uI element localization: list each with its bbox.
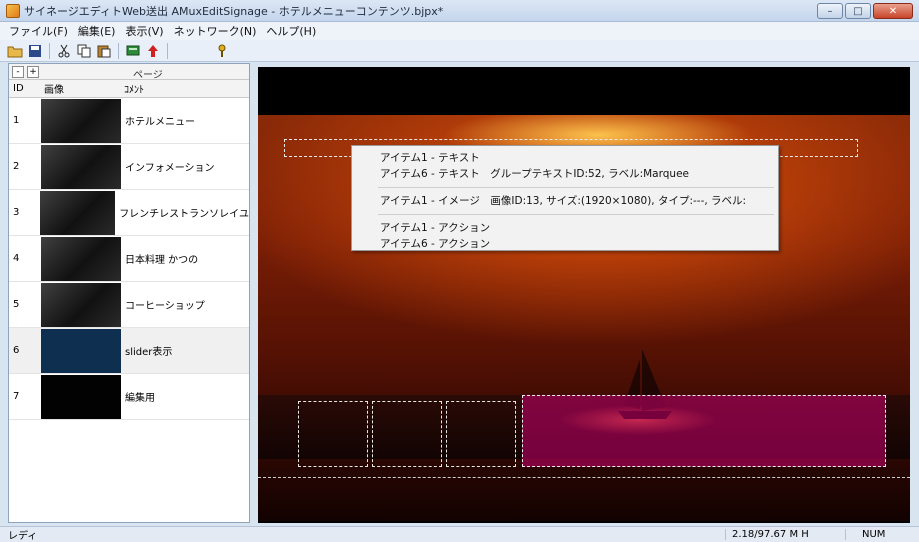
toolbar-separator	[167, 42, 168, 59]
page-row[interactable]: 7 編集用	[9, 374, 249, 420]
page-row[interactable]: 1 ホテルメニュー	[9, 98, 249, 144]
menu-separator	[378, 187, 774, 188]
page-id: 7	[13, 391, 20, 402]
menu-bar: ファイル(F) 編集(E) 表示(V) ネットワーク(N) ヘルプ(H)	[0, 22, 919, 40]
page-comment: フレンチレストランソレイユ	[119, 209, 249, 220]
slider-item-box[interactable]	[446, 401, 516, 467]
page-thumbnail	[41, 144, 121, 189]
page-row[interactable]: 5 コーヒーショップ	[9, 282, 249, 328]
column-comment[interactable]: ｺﾒﾝﾄ	[121, 81, 144, 96]
menu-edit[interactable]: 編集(E)	[73, 23, 121, 39]
pages-panel-header: - + ページ	[9, 64, 249, 81]
pages-title: ページ	[133, 70, 163, 81]
ctx-item-action-1[interactable]: アイテム1 - アクション	[352, 220, 778, 236]
copy-icon[interactable]	[75, 42, 93, 60]
key-icon[interactable]	[213, 42, 231, 60]
page-id: 5	[13, 299, 20, 310]
page-comment: コーヒーショップ	[125, 301, 205, 312]
minimize-icon: –	[827, 5, 833, 17]
window-controls: – □ ✕	[817, 3, 913, 19]
page-thumbnail	[41, 374, 121, 419]
context-menu: アイテム1 - テキスト アイテム6 - テキスト グループテキストID:52,…	[351, 145, 779, 251]
guide-line	[258, 477, 910, 478]
page-id: 2	[13, 161, 20, 172]
slider-item-box[interactable]	[372, 401, 442, 467]
minimize-button[interactable]: –	[817, 3, 843, 19]
page-comment: インフォメーション	[125, 163, 215, 174]
save-icon[interactable]	[26, 42, 44, 60]
page-row[interactable]: 2 インフォメーション	[9, 144, 249, 190]
toolbar	[0, 40, 919, 62]
paste-icon[interactable]	[95, 42, 113, 60]
ctx-item-action-6[interactable]: アイテム6 - アクション	[352, 236, 778, 252]
menu-view[interactable]: 表示(V)	[120, 23, 168, 39]
close-button[interactable]: ✕	[873, 3, 913, 19]
column-id[interactable]: ID	[9, 83, 41, 94]
page-thumbnail	[41, 282, 121, 327]
page-thumbnail	[41, 236, 121, 281]
page-row[interactable]: 4 日本料理 かつの	[9, 236, 249, 282]
status-text: レディ	[8, 531, 38, 542]
maximize-icon: □	[853, 5, 863, 17]
app-icon	[6, 3, 20, 18]
pages-column-header: ID 画像 ｺﾒﾝﾄ	[9, 80, 249, 98]
column-image[interactable]: 画像	[41, 81, 121, 96]
title-bar: サイネージエディトWeb送出 AMuxEditSignage - ホテルメニュー…	[0, 0, 919, 22]
selected-slider-region[interactable]	[522, 395, 886, 467]
page-id: 3	[13, 207, 20, 218]
page-row[interactable]: 3 フレンチレストランソレイユ	[9, 190, 249, 236]
pages-panel: - + ページ ID 画像 ｺﾒﾝﾄ 1 ホテルメニュー 2 インフォメーション…	[8, 63, 250, 523]
page-id: 4	[13, 253, 20, 264]
slider-item-box[interactable]	[298, 401, 368, 467]
ctx-item-text-6[interactable]: アイテム6 - テキスト グループテキストID:52, ラベル:Marquee	[352, 166, 778, 182]
page-thumbnail	[39, 190, 116, 235]
page-comment: 日本料理 かつの	[125, 255, 199, 266]
status-bar: レディ 2.18/97.67 M H NUM	[0, 526, 919, 542]
menu-network[interactable]: ネットワーク(N)	[169, 23, 262, 39]
page-comment: slider表示	[125, 347, 173, 358]
memory-indicator: 2.18/97.67 M H	[725, 529, 845, 540]
page-row-selected[interactable]: 6 slider表示	[9, 328, 249, 374]
menu-help[interactable]: ヘルプ(H)	[261, 23, 321, 39]
page-id: 1	[13, 115, 20, 126]
toolbar-separator	[118, 42, 119, 59]
ctx-item-text-1[interactable]: アイテム1 - テキスト	[352, 150, 778, 166]
upload-arrow-icon[interactable]	[144, 42, 162, 60]
maximize-button[interactable]: □	[845, 3, 871, 19]
num-lock-indicator: NUM	[845, 529, 905, 540]
menu-file[interactable]: ファイル(F)	[4, 23, 73, 39]
collapse-button[interactable]: -	[12, 65, 24, 78]
cut-icon[interactable]	[55, 42, 73, 60]
page-comment: 編集用	[125, 393, 155, 404]
close-icon: ✕	[888, 5, 898, 17]
expand-button[interactable]: +	[27, 65, 39, 78]
ctx-item-image-1[interactable]: アイテム1 - イメージ 画像ID:13, サイズ:(1920×1080), タ…	[352, 193, 778, 209]
page-id: 6	[13, 345, 20, 356]
window-title: サイネージエディトWeb送出 AMuxEditSignage - ホテルメニュー…	[24, 4, 444, 18]
page-thumbnail	[41, 98, 121, 143]
open-folder-icon[interactable]	[6, 42, 24, 60]
toolbar-separator	[49, 42, 50, 59]
page-comment: ホテルメニュー	[125, 117, 195, 128]
menu-separator	[378, 214, 774, 215]
send-icon[interactable]	[124, 42, 142, 60]
editor-canvas[interactable]	[258, 67, 910, 523]
page-thumbnail	[41, 328, 121, 373]
